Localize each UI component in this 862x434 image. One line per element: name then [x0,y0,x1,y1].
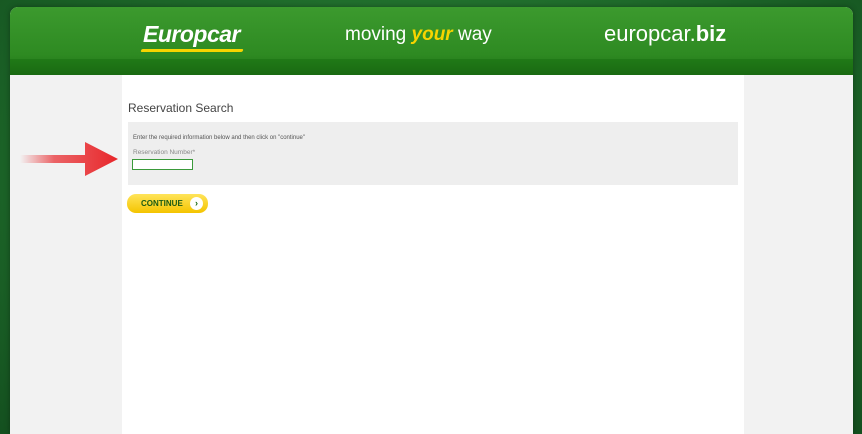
page-title: Reservation Search [128,101,234,115]
main-content: Reservation Search Enter the required in… [122,75,744,434]
continue-button[interactable]: CONTINUE › [127,194,208,213]
tagline-end: way [452,24,492,45]
site-tld: biz [695,21,727,46]
continue-label: CONTINUE [141,199,183,208]
europcar-logo[interactable]: Europcar [140,21,244,52]
site-name: europcar.biz [604,21,726,47]
browser-frame: Europcar moving your way europcar.biz Re… [10,7,853,434]
chevron-right-icon: › [190,197,203,210]
reservation-number-input[interactable] [132,159,193,170]
logo-swoosh [140,49,244,52]
red-arrow-icon [20,142,118,176]
tagline: moving your way [345,24,492,46]
form-instructions: Enter the required information below and… [133,135,306,141]
site-header: Europcar moving your way europcar.biz [10,7,853,75]
tagline-start: moving [345,24,412,45]
search-form-panel: Enter the required information below and… [128,122,738,185]
tagline-accent: your [411,24,453,45]
site-name-text: europcar. [604,21,696,46]
header-band [10,59,853,75]
logo-text: Europcar [143,21,240,47]
reservation-number-label: Reservation Number* [133,149,196,156]
